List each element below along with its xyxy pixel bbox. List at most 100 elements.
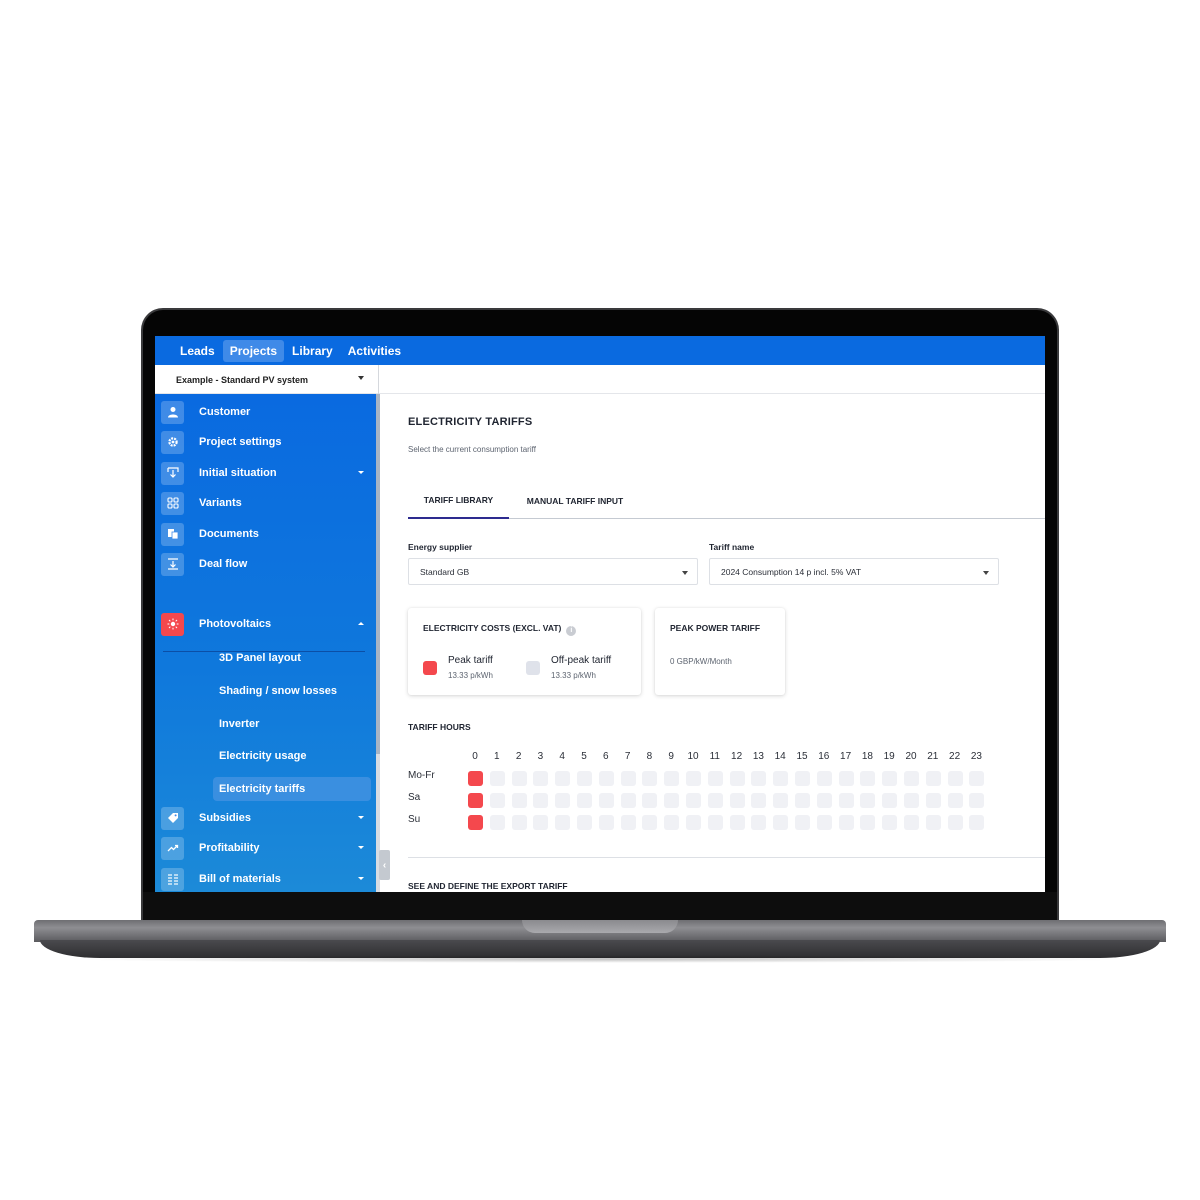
tariff-cell-offpeak[interactable] <box>816 771 832 786</box>
sidebar-subitem-shading[interactable]: Shading / snow losses <box>213 679 371 703</box>
tariff-cell-offpeak[interactable] <box>511 793 527 808</box>
tariff-cell-offpeak[interactable] <box>882 793 898 808</box>
tariff-cell-offpeak[interactable] <box>664 771 680 786</box>
tab-manual-tariff-input[interactable]: MANUAL TARIFF INPUT <box>509 482 641 519</box>
tariff-cell-offpeak[interactable] <box>598 815 614 830</box>
tariff-cell-offpeak[interactable] <box>751 815 767 830</box>
chevron-up-icon[interactable] <box>358 622 364 625</box>
tariff-cell-offpeak[interactable] <box>904 793 919 808</box>
tariff-cell-offpeak[interactable] <box>751 771 767 786</box>
tariff-cell-offpeak[interactable] <box>577 793 592 808</box>
tariff-cell-offpeak[interactable] <box>947 771 963 786</box>
sidebar-item-subsidies[interactable]: Subsidies <box>161 805 371 831</box>
tariff-cell-offpeak[interactable] <box>904 815 919 830</box>
tariff-cell-offpeak[interactable] <box>925 815 941 830</box>
tariff-name-select[interactable]: 2024 Consumption 14 p incl. 5% VAT <box>709 558 999 585</box>
tariff-cell-offpeak[interactable] <box>620 793 636 808</box>
sidebar-item-customer[interactable]: Customer <box>161 399 371 425</box>
nav-activities[interactable]: Activities <box>341 340 408 362</box>
sidebar-subitem-3d-panel-layout[interactable]: 3D Panel layout <box>213 646 371 670</box>
chevron-down-icon[interactable] <box>358 877 364 880</box>
tariff-cell-offpeak[interactable] <box>686 771 701 786</box>
nav-library[interactable]: Library <box>285 340 340 362</box>
tariff-cell-offpeak[interactable] <box>947 815 963 830</box>
tariff-cell-offpeak[interactable] <box>642 793 658 808</box>
tariff-cell-offpeak[interactable] <box>860 771 876 786</box>
tariff-cell-offpeak[interactable] <box>707 771 723 786</box>
tariff-cell-offpeak[interactable] <box>816 815 832 830</box>
tariff-cell-offpeak[interactable] <box>664 815 680 830</box>
tariff-cell-offpeak[interactable] <box>838 815 854 830</box>
tariff-cell-offpeak[interactable] <box>838 793 854 808</box>
sidebar-scrollbar-thumb[interactable] <box>376 394 380 754</box>
tariff-cell-offpeak[interactable] <box>969 771 985 786</box>
sidebar-subitem-inverter[interactable]: Inverter <box>213 712 371 736</box>
tariff-cell-offpeak[interactable] <box>969 793 985 808</box>
tariff-cell-offpeak[interactable] <box>686 793 701 808</box>
tariff-cell-offpeak[interactable] <box>489 815 505 830</box>
tariff-cell-offpeak[interactable] <box>686 815 701 830</box>
tariff-cell-offpeak[interactable] <box>795 771 810 786</box>
tariff-cell-offpeak[interactable] <box>795 815 810 830</box>
chevron-down-icon[interactable] <box>358 471 364 474</box>
tariff-cell-offpeak[interactable] <box>577 815 592 830</box>
tab-tariff-library[interactable]: TARIFF LIBRARY <box>408 482 509 519</box>
sidebar-item-project-settings[interactable]: Project settings <box>161 429 371 455</box>
sidebar-subitem-electricity-usage[interactable]: Electricity usage <box>213 744 371 768</box>
tariff-cell-offpeak[interactable] <box>707 815 723 830</box>
tariff-cell-offpeak[interactable] <box>598 771 614 786</box>
tariff-cell-peak[interactable] <box>468 815 483 830</box>
tariff-cell-offpeak[interactable] <box>751 793 767 808</box>
tariff-cell-offpeak[interactable] <box>511 815 527 830</box>
tariff-cell-offpeak[interactable] <box>642 771 658 786</box>
tariff-cell-offpeak[interactable] <box>511 771 527 786</box>
sidebar-item-initial-situation[interactable]: Initial situation <box>161 460 371 486</box>
tariff-cell-offpeak[interactable] <box>729 771 745 786</box>
tariff-cell-offpeak[interactable] <box>860 793 876 808</box>
sidebar-subitem-electricity-tariffs[interactable]: Electricity tariffs <box>213 777 371 801</box>
tariff-cell-offpeak[interactable] <box>598 793 614 808</box>
tariff-cell-offpeak[interactable] <box>816 793 832 808</box>
tariff-cell-offpeak[interactable] <box>620 815 636 830</box>
tariff-cell-offpeak[interactable] <box>533 771 549 786</box>
chevron-down-icon[interactable] <box>358 816 364 819</box>
tariff-cell-offpeak[interactable] <box>664 793 680 808</box>
tariff-cell-offpeak[interactable] <box>773 771 789 786</box>
sidebar-item-documents[interactable]: Documents <box>161 521 371 547</box>
tariff-cell-offpeak[interactable] <box>947 793 963 808</box>
tariff-cell-offpeak[interactable] <box>533 815 549 830</box>
tariff-cell-offpeak[interactable] <box>707 793 723 808</box>
project-selector[interactable]: Example - Standard PV system <box>155 365 379 394</box>
tariff-cell-peak[interactable] <box>468 793 483 808</box>
tariff-cell-offpeak[interactable] <box>882 815 898 830</box>
nav-projects[interactable]: Projects <box>222 339 285 362</box>
tariff-cell-offpeak[interactable] <box>489 771 505 786</box>
sidebar-item-profitability[interactable]: Profitability <box>161 835 371 861</box>
tariff-cell-offpeak[interactable] <box>620 771 636 786</box>
tariff-cell-offpeak[interactable] <box>795 793 810 808</box>
sidebar-item-bill-of-materials[interactable]: Bill of materials <box>161 866 371 892</box>
tariff-cell-offpeak[interactable] <box>729 793 745 808</box>
sidebar-item-photovoltaics[interactable]: Photovoltaics <box>161 611 371 637</box>
tariff-cell-offpeak[interactable] <box>555 793 571 808</box>
tariff-cell-offpeak[interactable] <box>773 815 789 830</box>
tariff-cell-offpeak[interactable] <box>729 815 745 830</box>
tariff-cell-offpeak[interactable] <box>489 793 505 808</box>
sidebar-item-variants[interactable]: Variants <box>161 490 371 516</box>
nav-leads[interactable]: Leads <box>173 340 222 362</box>
chevron-down-icon[interactable] <box>358 846 364 849</box>
tariff-cell-offpeak[interactable] <box>860 815 876 830</box>
tariff-cell-offpeak[interactable] <box>642 815 658 830</box>
tariff-cell-offpeak[interactable] <box>533 793 549 808</box>
tariff-cell-peak[interactable] <box>468 771 483 786</box>
tariff-cell-offpeak[interactable] <box>925 793 941 808</box>
tariff-cell-offpeak[interactable] <box>577 771 592 786</box>
tariff-cell-offpeak[interactable] <box>925 771 941 786</box>
tariff-cell-offpeak[interactable] <box>555 771 571 786</box>
tariff-cell-offpeak[interactable] <box>904 771 919 786</box>
collapse-sidebar-button[interactable]: ‹ <box>379 850 390 880</box>
tariff-cell-offpeak[interactable] <box>969 815 985 830</box>
tariff-cell-offpeak[interactable] <box>773 793 789 808</box>
tariff-cell-offpeak[interactable] <box>838 771 854 786</box>
tariff-cell-offpeak[interactable] <box>555 815 571 830</box>
